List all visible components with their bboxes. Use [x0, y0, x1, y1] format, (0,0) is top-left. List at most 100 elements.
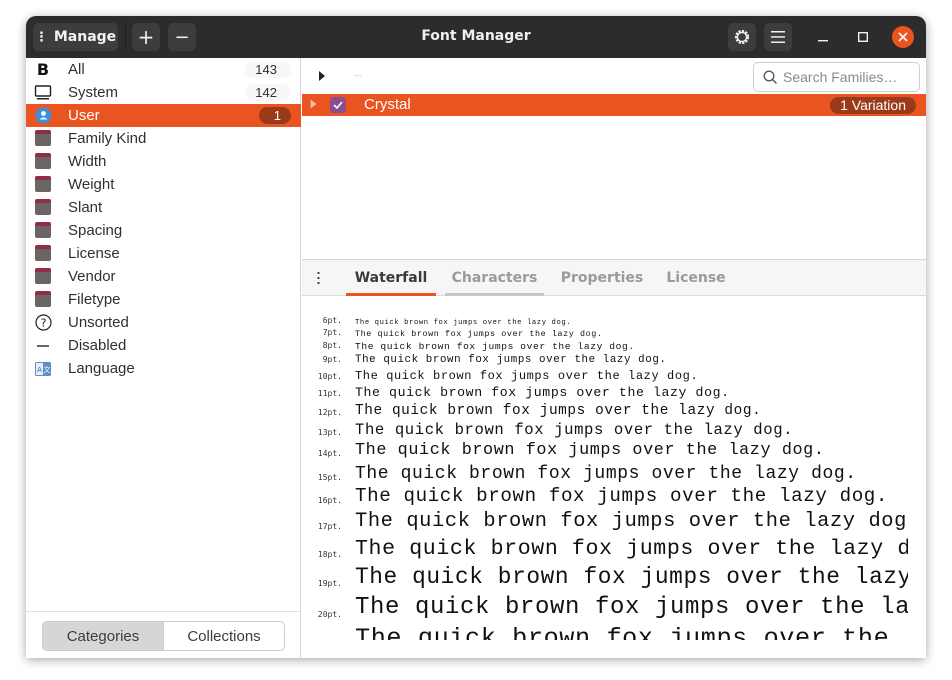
sidebar-item-family-kind[interactable]: Family Kind: [26, 127, 301, 150]
user-icon: [34, 107, 52, 124]
vertical-dots-icon: [317, 272, 319, 284]
family-row-crystal[interactable]: Crystal 1 Variation: [302, 94, 926, 116]
point-size-label: 20pt.: [317, 609, 342, 619]
tab-characters[interactable]: Characters: [445, 260, 544, 296]
hamburger-menu-icon: [771, 31, 785, 43]
tab-waterfall[interactable]: Waterfall: [346, 260, 436, 296]
categories-label: Categories: [66, 627, 140, 645]
tab-label: Waterfall: [354, 270, 428, 286]
sidebar-item-width[interactable]: Width: [26, 150, 301, 173]
categories-toggle-button[interactable]: Categories: [42, 621, 164, 651]
folder-icon: [34, 129, 52, 147]
waterfall-line: 17pt. The quick brown fox jumps over the …: [302, 509, 908, 533]
sidebar-item-system[interactable]: System 142: [26, 81, 301, 104]
sidebar-item-language[interactable]: A 文 Language: [26, 357, 301, 380]
search-families-field[interactable]: [753, 62, 920, 92]
point-size-label: 6pt.: [322, 315, 342, 325]
waterfall-line: 8pt. The quick brown fox jumps over the l…: [302, 340, 908, 352]
sidebar-item-weight[interactable]: Weight: [26, 173, 301, 196]
sidebar-item-label: Family Kind: [68, 130, 147, 147]
sidebar-item-label: Disabled: [68, 337, 127, 354]
main-menu-button[interactable]: [764, 23, 792, 51]
svg-text:?: ?: [40, 317, 46, 330]
tab-label: License: [666, 270, 726, 286]
waterfall-line: 15pt. The quick brown fox jumps over the …: [302, 462, 908, 484]
sidebar-item-unsorted[interactable]: ? Unsorted: [26, 311, 301, 334]
search-icon: [763, 70, 777, 84]
point-size-label: 14pt.: [317, 448, 342, 458]
sidebar-item-license[interactable]: License: [26, 242, 301, 265]
folder-icon: [34, 267, 52, 285]
sidebar-item-all[interactable]: B All 143: [26, 58, 301, 81]
point-size-label: 7pt.: [322, 327, 342, 337]
sample-text: The quick brown fox jumps over the lazy …: [355, 368, 699, 383]
expander-arrow-icon[interactable]: [310, 99, 317, 109]
point-size-label: 13pt.: [317, 427, 342, 437]
sidebar-item-label: Spacing: [68, 222, 123, 239]
point-size-label: 9pt.: [322, 354, 342, 364]
svg-text:文: 文: [44, 365, 51, 374]
tab-underline: [554, 293, 650, 296]
tab-underline: [445, 293, 544, 296]
folder-icon: [34, 175, 52, 193]
sidebar-footer: Categories Collections: [26, 611, 301, 658]
family-name: Crystal: [364, 96, 411, 113]
point-size-label: 8pt.: [322, 340, 342, 350]
point-size-label: 18pt.: [317, 549, 342, 559]
count-badge: 1: [259, 107, 291, 124]
sample-text: The quick brown fox jumps over the lazy …: [355, 463, 857, 484]
point-size-label: 11pt.: [317, 388, 342, 398]
waterfall-scrollbar[interactable]: [918, 297, 926, 657]
sidebar-item-vendor[interactable]: Vendor: [26, 265, 301, 288]
preview-menu-button[interactable]: [313, 269, 323, 287]
sidebar-item-label: Language: [68, 360, 135, 377]
tab-license[interactable]: License: [658, 260, 734, 296]
family-enabled-checkbox[interactable]: [330, 97, 346, 113]
expand-all-icon[interactable]: [318, 71, 326, 81]
sample-text: The quick brown fox jumps over the lazy …: [355, 353, 667, 366]
waterfall-line: 19pt. The quick brown fox jumps over the …: [302, 563, 908, 590]
sample-text: The quick brown fox jumps over the lazy …: [355, 509, 908, 533]
waterfall-line: 16pt. The quick brown fox jumps over the …: [302, 484, 908, 507]
waterfall-line: 14pt. The quick brown fox jumps over the …: [302, 440, 908, 460]
waterfall-line: 12pt. The quick brown fox jumps over the …: [302, 402, 908, 419]
sample-text: The quick brown fox jumps over the lazy …: [355, 328, 603, 339]
checkmark-icon: [333, 101, 343, 109]
tab-underline: [658, 293, 734, 296]
font-manager-window: ⋮ Manage + − Font Manager B All 143 Syst…: [26, 16, 926, 658]
category-list: B All 143 System 142 User 1 Family Kind Width Wei…: [26, 58, 301, 380]
folder-icon: [34, 244, 52, 262]
point-size-label: 16pt.: [317, 495, 342, 505]
sidebar-item-filetype[interactable]: Filetype: [26, 288, 301, 311]
search-families-input[interactable]: [783, 67, 915, 87]
sample-text: The quick brown fox jumps over the lazy …: [355, 484, 889, 507]
sidebar-item-slant[interactable]: Slant: [26, 196, 301, 219]
font-family-list: Crystal 1 Variation: [302, 58, 926, 259]
sidebar-item-disabled[interactable]: Disabled: [26, 334, 301, 357]
maximize-button[interactable]: [852, 26, 874, 48]
waterfall-line: 11pt. The quick brown fox jumps over the …: [302, 384, 908, 400]
preview-pane: Waterfall Characters Properties License …: [302, 259, 926, 658]
sidebar-item-label: User: [68, 107, 100, 124]
monitor-icon: [34, 84, 52, 101]
variation-count-badge: 1 Variation: [830, 97, 916, 114]
language-icon: A文: [34, 360, 52, 377]
collections-toggle-button[interactable]: Collections: [163, 621, 285, 651]
sample-text: The quick brown fox jumps over the lazy …: [355, 318, 572, 327]
waterfall-preview[interactable]: 6pt. The quick brown fox jumps over the l…: [302, 297, 908, 640]
sidebar-item-user[interactable]: User 1: [26, 104, 301, 127]
minimize-button[interactable]: [812, 26, 834, 48]
sample-text: The quick brown fox jumps over the lazy …: [355, 340, 635, 352]
settings-button[interactable]: [728, 23, 756, 51]
sidebar-item-spacing[interactable]: Spacing: [26, 219, 301, 242]
tab-label: Characters: [451, 270, 538, 286]
bold-b-icon: B: [36, 60, 50, 79]
minimize-icon: [818, 40, 828, 42]
collections-label: Collections: [187, 627, 261, 645]
sidebar-item-label: Filetype: [68, 291, 121, 308]
close-button[interactable]: [892, 26, 914, 48]
sidebar-item-label: Weight: [68, 176, 115, 193]
tab-properties[interactable]: Properties: [554, 260, 650, 296]
sidebar-item-label: License: [68, 245, 120, 262]
sidebar-item-label: System: [68, 84, 119, 101]
